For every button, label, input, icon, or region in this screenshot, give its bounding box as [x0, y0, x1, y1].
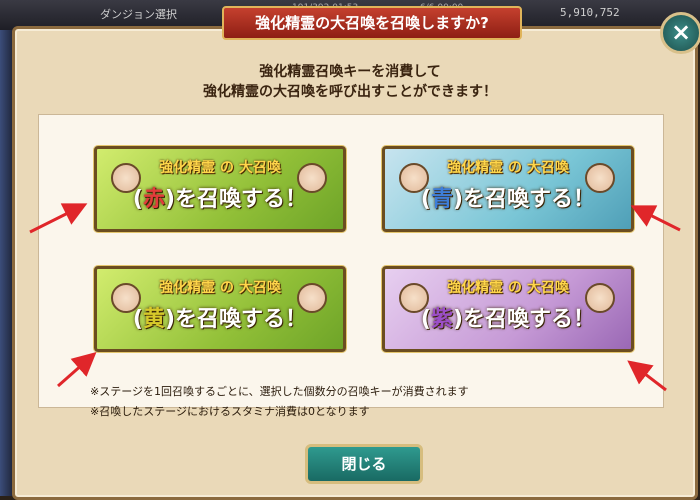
description-line-2: 強化精霊の大召喚を呼び出すことができます！: [203, 84, 497, 100]
summon-blue-card[interactable]: 強化精霊 の 大召喚 (青)を召喚する！: [382, 146, 634, 232]
card-color: 青: [430, 187, 453, 212]
summon-yellow-card[interactable]: 強化精霊 の 大召喚 (黄)を召喚する！: [94, 266, 346, 352]
note-line-1: ※ステージを1回召喚するごとに、選択した個数分の召喚キーが消費されます: [90, 385, 469, 398]
dialog-title: 強化精霊の大召喚を召喚しますか?: [222, 6, 522, 40]
card-color: 赤: [142, 187, 165, 212]
card-color: 紫: [430, 307, 453, 332]
card-color: 黄: [142, 307, 165, 332]
stage-label: ダンジョン選択: [100, 8, 177, 21]
note-line-2: ※召喚したステージにおけるスタミナ消費は0となります: [90, 405, 370, 418]
card-action: (青)を召喚する！: [420, 187, 596, 212]
card-header: 強化精霊 の 大召喚: [447, 160, 569, 176]
card-action: (紫)を召喚する！: [420, 307, 596, 332]
card-header: 強化精霊 の 大召喚: [159, 160, 281, 176]
summon-purple-card[interactable]: 強化精霊 の 大召喚 (紫)を召喚する！: [382, 266, 634, 352]
close-icon[interactable]: ×: [660, 12, 700, 54]
card-header: 強化精霊 の 大召喚: [159, 280, 281, 296]
card-action: (黄)を召喚する！: [132, 307, 308, 332]
close-button[interactable]: 閉じる: [305, 444, 423, 484]
card-header: 強化精霊 の 大召喚: [447, 280, 569, 296]
description-line-1: 強化精霊召喚キーを消費して: [259, 64, 441, 80]
dialog-notes: ※ステージを1回召喚するごとに、選択した個数分の召喚キーが消費されます ※召喚し…: [90, 382, 469, 422]
money-display: 5,910,752: [560, 6, 620, 19]
dialog-description: 強化精霊召喚キーを消費して 強化精霊の大召喚を呼び出すことができます！: [0, 62, 700, 102]
summon-red-card[interactable]: 強化精霊 の 大召喚 (赤)を召喚する！: [94, 146, 346, 232]
card-action: (赤)を召喚する！: [132, 187, 308, 212]
